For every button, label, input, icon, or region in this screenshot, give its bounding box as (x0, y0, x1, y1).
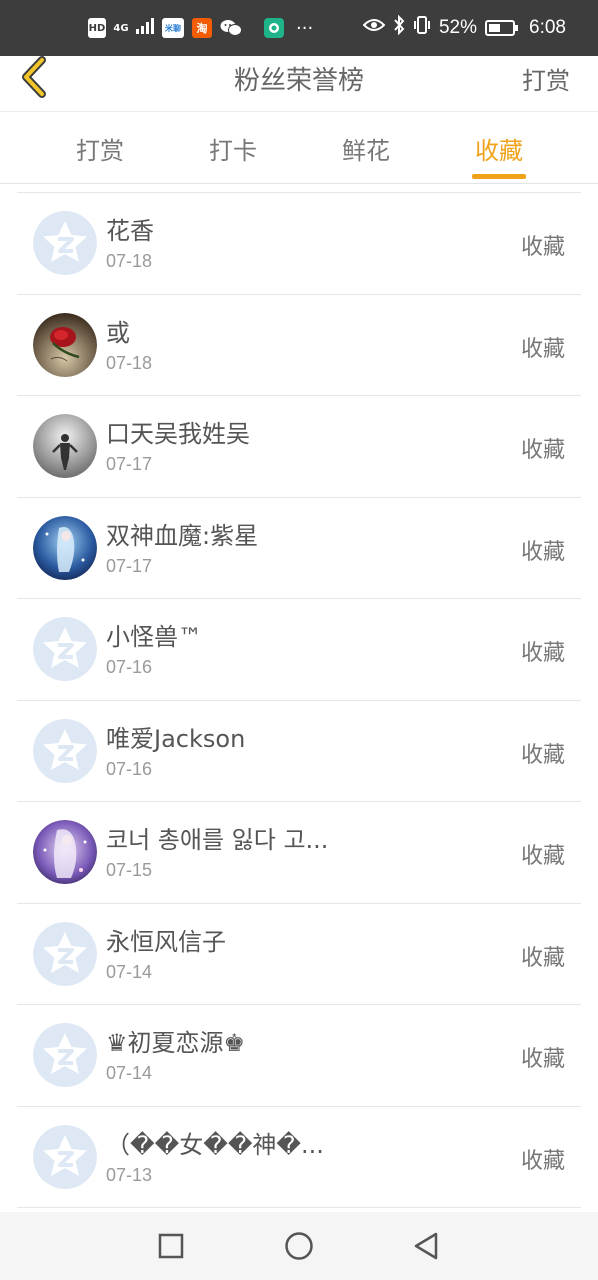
fan-action-label: 收藏 (520, 1047, 565, 1072)
fan-name: 花香 (106, 217, 154, 245)
fan-name: （��女��神�... (106, 1130, 324, 1159)
active-tab-indicator (472, 174, 526, 179)
fan-action-label: 收藏 (520, 539, 565, 565)
vibrate-icon (413, 15, 431, 41)
fan-date: 07-17 (106, 454, 153, 474)
avatar[interactable] (33, 820, 97, 884)
tab-label: 鲜花 (342, 136, 390, 165)
fan-name: 口天吴我姓吴 (106, 420, 250, 448)
page-title: 粉丝荣誉榜 (233, 66, 364, 96)
fan-date: 07-15 (106, 860, 153, 880)
circle-icon (285, 1232, 313, 1260)
fan-date: 07-16 (106, 758, 153, 779)
fan-list-item[interactable]: ♛初夏恋源♚ 07-14 收藏 (17, 1005, 581, 1107)
fan-list-item[interactable]: 永恒风信子 07-14 收藏 (17, 904, 581, 1005)
fan-list-item[interactable]: 코너 총애를 잃다 고... 07-15 收藏 (17, 802, 581, 904)
fan-name: 코너 총애를 잃다 고... (106, 826, 329, 854)
fan-list-item[interactable]: 小怪兽™ 07-16 收藏 (17, 599, 581, 701)
bluetooth-icon (393, 14, 405, 41)
fan-list-item[interactable]: 双神血魔:紫星 07-17 收藏 (17, 498, 581, 599)
tab-checkin[interactable]: 打卡 (183, 112, 283, 184)
network-type-icon: 4G (113, 22, 129, 34)
avatar[interactable] (33, 414, 97, 478)
miliao-app-icon: 米聊 (162, 18, 184, 38)
hd-icon: HD (88, 18, 106, 38)
fan-date: 07-17 (106, 555, 153, 576)
tab-reward[interactable]: 打赏 (50, 112, 150, 184)
app-header: 粉丝荣誉榜 打赏 (0, 56, 598, 112)
home-button[interactable] (279, 1226, 319, 1266)
tab-label: 打赏 (76, 136, 124, 165)
fan-action-label: 收藏 (520, 844, 565, 869)
fan-date: 07-16 (106, 657, 153, 677)
fan-name: 唯爱Jackson (106, 724, 246, 753)
fan-action-label: 收藏 (520, 641, 565, 666)
fan-name: 或 (106, 318, 130, 347)
fan-date: 07-14 (106, 961, 153, 982)
fan-date: 07-13 (106, 1164, 153, 1185)
avatar[interactable] (33, 515, 97, 580)
notification-icons: HD 4G 米聊 淘 ··· (88, 0, 313, 56)
battery-icon (485, 20, 519, 36)
fan-action-label: 收藏 (520, 945, 565, 971)
fan-list: 花香 07-18 收藏或 07-18 收藏 口天吴我姓吴 07-17 收藏 双神血魔:紫星 07-… (17, 192, 581, 1208)
status-bar: HD 4G 米聊 淘 ··· 52% 6:08 (0, 0, 598, 56)
fan-action-label: 收藏 (520, 742, 565, 768)
battery-percent: 52% (438, 17, 478, 38)
avatar[interactable] (33, 1023, 97, 1087)
avatar[interactable] (33, 211, 97, 275)
avatar[interactable] (33, 617, 97, 681)
triangle-back-icon (414, 1232, 438, 1260)
tab-label: 打卡 (209, 136, 257, 165)
signal-icon (136, 18, 154, 38)
eye-comfort-icon (362, 17, 386, 39)
system-status: 52% 6:08 (362, 0, 566, 56)
fan-list-item[interactable]: 唯爱Jackson 07-16 收藏 (17, 701, 581, 802)
system-navigation-bar (0, 1212, 598, 1280)
fan-action-label: 收藏 (520, 336, 565, 362)
avatar[interactable] (33, 1124, 97, 1189)
fan-name: 小怪兽™ (106, 623, 202, 651)
recent-apps-button[interactable] (151, 1226, 191, 1266)
wechat-icon (220, 18, 242, 38)
fan-list-item[interactable]: 口天吴我姓吴 07-17 收藏 (17, 396, 581, 498)
fan-name: ♛初夏恋源♚ (106, 1029, 246, 1057)
fan-date: 07-14 (106, 1063, 153, 1083)
fan-list-item[interactable]: （��女��神�... 07-13 收藏 (17, 1107, 581, 1208)
tab-flowers[interactable]: 鲜花 (316, 112, 416, 184)
fan-action-label: 收藏 (520, 438, 565, 463)
fan-date: 07-18 (106, 251, 153, 271)
fan-name: 永恒风信子 (106, 927, 226, 956)
tab-bar: 打赏 打卡 鲜花 收藏 (0, 112, 598, 184)
taobao-app-icon: 淘 (192, 18, 212, 38)
avatar[interactable] (33, 921, 97, 986)
fan-date: 07-18 (106, 352, 153, 373)
back-nav-button[interactable] (406, 1226, 446, 1266)
avatar[interactable] (33, 312, 97, 377)
tab-label: 收藏 (475, 136, 523, 165)
fan-name: 双神血魔:紫星 (106, 521, 259, 550)
app-notification-icon (264, 18, 284, 38)
reward-button[interactable]: 打赏 (522, 61, 570, 96)
clock: 6:08 (529, 17, 566, 38)
fan-list-item[interactable]: 或 07-18 收藏 (17, 295, 581, 396)
fan-list-item[interactable]: 花香 07-18 收藏 (17, 193, 581, 295)
more-notifications-icon: ··· (296, 17, 314, 39)
avatar[interactable] (33, 718, 97, 783)
square-icon (158, 1233, 184, 1259)
fan-action-label: 收藏 (520, 1148, 565, 1174)
tab-favorites[interactable]: 收藏 (449, 112, 549, 184)
fan-action-label: 收藏 (520, 235, 565, 260)
